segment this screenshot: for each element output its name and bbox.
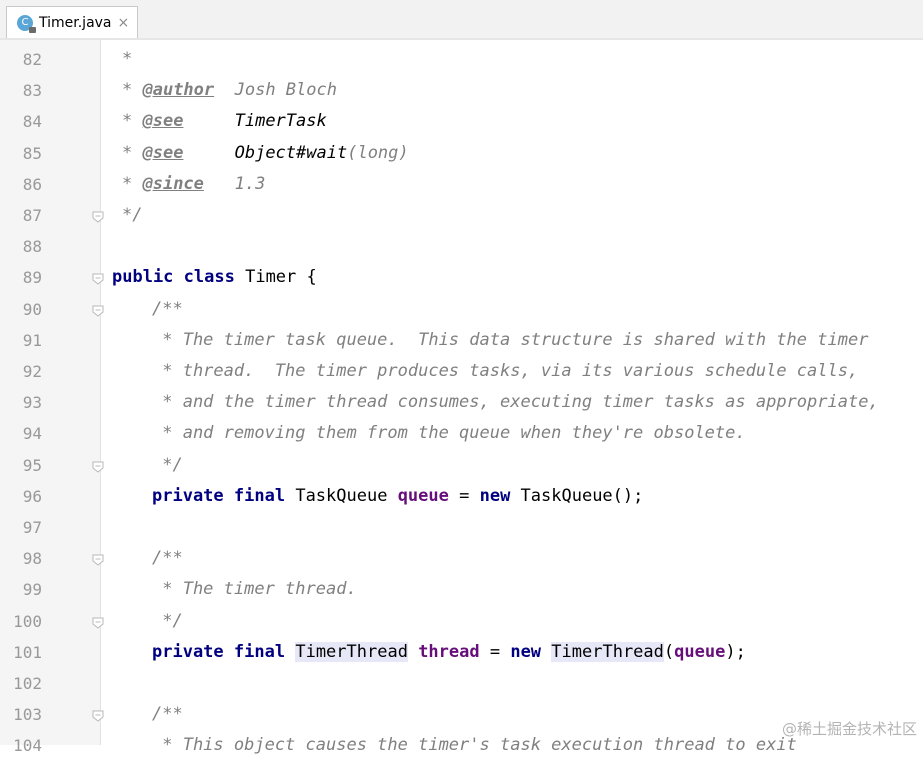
- code-text: * The timer task queue. This data struct…: [152, 329, 869, 350]
- code-line[interactable]: 96 private final TaskQueue queue = new Ta…: [0, 481, 923, 512]
- code-line[interactable]: 90 /**: [0, 294, 923, 325]
- code-text: */: [122, 205, 143, 225]
- line-number: 94: [22, 424, 42, 444]
- code-line[interactable]: 94 * and removing them from the queue wh…: [0, 418, 923, 449]
- line-number: 83: [22, 81, 42, 101]
- code-line[interactable]: 102: [0, 668, 923, 699]
- code-line[interactable]: 89 public class Timer {: [0, 262, 923, 293]
- line-number: 89: [22, 268, 42, 288]
- code-line[interactable]: 83 * @author Josh Bloch: [0, 75, 923, 106]
- code-editor[interactable]: 82 * 83 * @author Josh Bloch 84 * @see TimerT…: [0, 40, 923, 755]
- line-number: 84: [22, 112, 42, 132]
- line-number: 99: [22, 580, 42, 600]
- fold-marker-icon[interactable]: [91, 458, 105, 473]
- code-line[interactable]: 101 private final TimerThread thread = ne…: [0, 637, 923, 668]
- code-text: * This object causes the timer's task ex…: [152, 735, 797, 756]
- code-line[interactable]: 91 * The timer task queue. This data str…: [0, 325, 923, 356]
- code-text: */: [152, 454, 183, 475]
- code-line[interactable]: 97: [0, 512, 923, 543]
- line-number: 86: [22, 174, 42, 194]
- line-number: 104: [13, 736, 42, 756]
- line-number: 85: [22, 143, 42, 163]
- tab-title: Timer.java: [39, 14, 112, 31]
- close-icon[interactable]: ×: [118, 15, 130, 31]
- code-text: * The timer thread.: [152, 579, 357, 600]
- line-number: 101: [13, 642, 42, 662]
- tab-timer-java[interactable]: C Timer.java ×: [6, 6, 138, 38]
- code-line[interactable]: 82 *: [0, 44, 923, 75]
- line-number: 93: [22, 393, 42, 413]
- line-number: 91: [22, 330, 42, 350]
- fold-marker-icon[interactable]: [91, 614, 105, 629]
- line-number: 95: [22, 455, 42, 475]
- code-line[interactable]: 100 */: [0, 606, 923, 637]
- code-text: * thread. The timer produces tasks, via …: [152, 361, 859, 381]
- code-line[interactable]: 92 * thread. The timer produces tasks, v…: [0, 356, 923, 387]
- code-line[interactable]: 95 */: [0, 450, 923, 481]
- code-text: private final TaskQueue queue = new Task…: [152, 485, 644, 506]
- code-line[interactable]: 84 * @see TimerTask: [0, 106, 923, 137]
- fold-marker-icon[interactable]: [91, 208, 105, 223]
- code-line[interactable]: 85 * @see Object#wait(long): [0, 138, 923, 169]
- line-number: 92: [22, 362, 42, 381]
- code-text: * @see TimerTask: [122, 111, 327, 132]
- code-text: public class Timer {: [112, 267, 317, 288]
- java-class-icon: C: [17, 14, 36, 33]
- fold-marker-icon[interactable]: [91, 270, 105, 286]
- code-text: /**: [152, 548, 183, 569]
- line-number: 100: [13, 611, 42, 631]
- line-number: 97: [22, 518, 42, 537]
- fold-marker-icon[interactable]: [91, 551, 105, 566]
- lock-icon: [29, 26, 36, 33]
- line-number: 96: [22, 486, 42, 506]
- code-line[interactable]: 86 * @since 1.3: [0, 169, 923, 200]
- code-line[interactable]: 99 * The timer thread.: [0, 574, 923, 605]
- code-text: /**: [152, 298, 183, 319]
- line-number: 98: [22, 549, 42, 569]
- fold-marker-icon[interactable]: [91, 302, 105, 317]
- line-number: 90: [22, 299, 42, 319]
- code-text: * @since 1.3: [122, 173, 266, 194]
- line-number: 102: [13, 674, 42, 693]
- code-text: * and the timer thread consumes, executi…: [152, 392, 879, 413]
- code-text: *: [122, 49, 133, 69]
- editor-tab-bar: C Timer.java ×: [0, 0, 923, 40]
- code-text: * @see Object#wait(long): [122, 142, 409, 163]
- code-line[interactable]: 98 /**: [0, 543, 923, 574]
- code-text: private final TimerThread thread = new T…: [152, 641, 746, 662]
- line-number: 88: [22, 237, 42, 257]
- code-line[interactable]: 93 * and the timer thread consumes, exec…: [0, 387, 923, 418]
- code-text: * @author Josh Bloch: [122, 80, 337, 101]
- line-number: 82: [22, 50, 42, 69]
- line-number: 87: [22, 206, 42, 225]
- fold-marker-icon[interactable]: [91, 707, 105, 722]
- code-text: */: [152, 610, 183, 631]
- code-text: /**: [152, 704, 183, 725]
- line-number: 103: [13, 705, 42, 725]
- code-line[interactable]: 87 */: [0, 200, 923, 231]
- code-line[interactable]: 88: [0, 231, 923, 262]
- code-text: * and removing them from the queue when …: [152, 423, 746, 444]
- watermark: @稀土掘金技术社区: [781, 720, 917, 738]
